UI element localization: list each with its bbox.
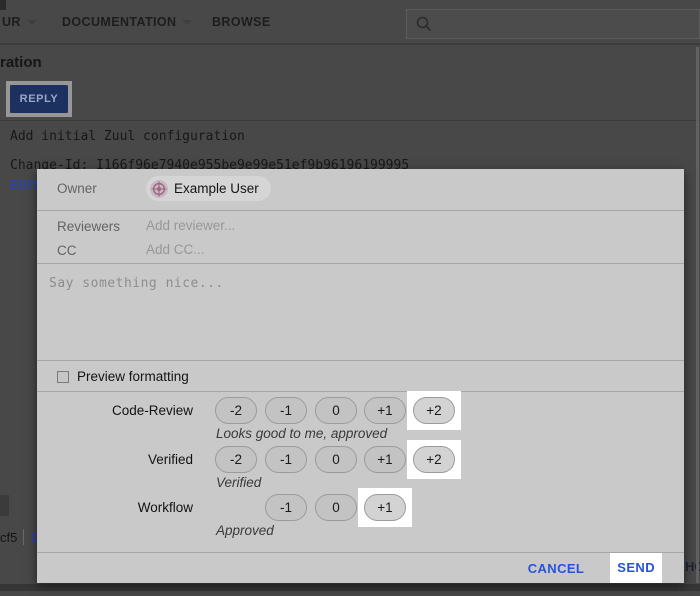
score-label: Workflow <box>37 500 193 515</box>
search-box[interactable] <box>406 9 700 39</box>
commit-sha-row: cf5 D <box>0 529 41 545</box>
send-button-highlight: SEND <box>610 553 662 583</box>
score-label: Code-Review <box>37 403 193 418</box>
divider <box>23 529 24 545</box>
chevron-down-icon <box>27 20 37 25</box>
chevron-down-icon <box>182 20 192 25</box>
vote-button[interactable]: +1 <box>364 397 406 424</box>
preview-formatting-label: Preview formatting <box>77 369 189 384</box>
section-divider <box>0 120 700 121</box>
reply-button-highlight: REPLY <box>6 81 72 117</box>
vote-button[interactable]: +1 <box>364 494 406 521</box>
top-nav-bar: UR DOCUMENTATION BROWSE <box>0 0 700 45</box>
owner-name: Example User <box>174 181 259 196</box>
reply-dialog: Owner Example User Reviewers CC Pre <box>37 169 684 583</box>
background-fragment <box>0 495 9 516</box>
nav-menu-label: DOCUMENTATION <box>62 15 176 29</box>
comment-area <box>37 263 684 360</box>
score-hint: Looks good to me, approved <box>216 426 387 441</box>
score-hint: Approved <box>216 523 274 538</box>
commit-sha-fragment: cf5 <box>0 530 17 545</box>
vote-button[interactable]: 0 <box>315 494 357 521</box>
logo-fragment <box>0 0 6 10</box>
add-reviewer-input[interactable] <box>146 218 446 233</box>
screen: UR DOCUMENTATION BROWSE ration REPLY Add… <box>0 0 700 596</box>
cancel-button[interactable]: CANCEL <box>528 561 585 576</box>
nav-menu-browse[interactable]: BROWSE <box>212 15 271 29</box>
reviewers-label: Reviewers <box>57 219 120 234</box>
avatar <box>150 180 168 198</box>
vote-button[interactable]: -1 <box>265 446 307 473</box>
divider <box>37 210 684 211</box>
cc-label: CC <box>57 243 77 258</box>
vote-button[interactable]: +2 <box>413 446 455 473</box>
preview-formatting-checkbox[interactable] <box>57 371 69 383</box>
commit-message: Add initial Zuul configuration <box>10 129 245 144</box>
page-title-fragment: ration <box>0 54 42 71</box>
search-icon <box>415 15 433 33</box>
owner-label: Owner <box>57 181 97 196</box>
vote-button[interactable]: -2 <box>215 397 257 424</box>
reply-button[interactable]: REPLY <box>10 85 68 113</box>
vote-button[interactable]: -2 <box>215 446 257 473</box>
dialog-footer: CANCEL SEND <box>37 552 684 583</box>
vote-button[interactable]: 0 <box>315 397 357 424</box>
preview-formatting-row: Preview formatting <box>37 360 684 392</box>
nav-menu-your[interactable]: UR <box>2 15 37 29</box>
vote-button[interactable]: -1 <box>265 494 307 521</box>
send-button[interactable]: SEND <box>617 560 655 575</box>
nav-menu-label: BROWSE <box>212 15 271 29</box>
add-cc-input[interactable] <box>146 242 446 257</box>
vote-button[interactable]: -1 <box>265 397 307 424</box>
score-hint: Verified <box>216 475 261 490</box>
scrollbar[interactable] <box>696 47 699 583</box>
label-scores-section: Code-Review -2 -1 0 +1 +2 Looks good to me, ap… <box>37 392 684 552</box>
comment-textarea[interactable] <box>37 264 684 360</box>
search-input[interactable] <box>433 17 699 32</box>
score-label: Verified <box>37 452 193 467</box>
vote-button[interactable]: 0 <box>315 446 357 473</box>
owner-account-chip[interactable]: Example User <box>146 176 271 201</box>
nav-menu-documentation[interactable]: DOCUMENTATION <box>62 15 192 29</box>
vote-button[interactable]: +1 <box>364 446 406 473</box>
edit-link[interactable]: EDIT <box>10 178 40 192</box>
nav-menu-label: UR <box>2 15 21 29</box>
vote-button[interactable]: +2 <box>413 397 455 424</box>
bottom-band <box>0 584 700 591</box>
